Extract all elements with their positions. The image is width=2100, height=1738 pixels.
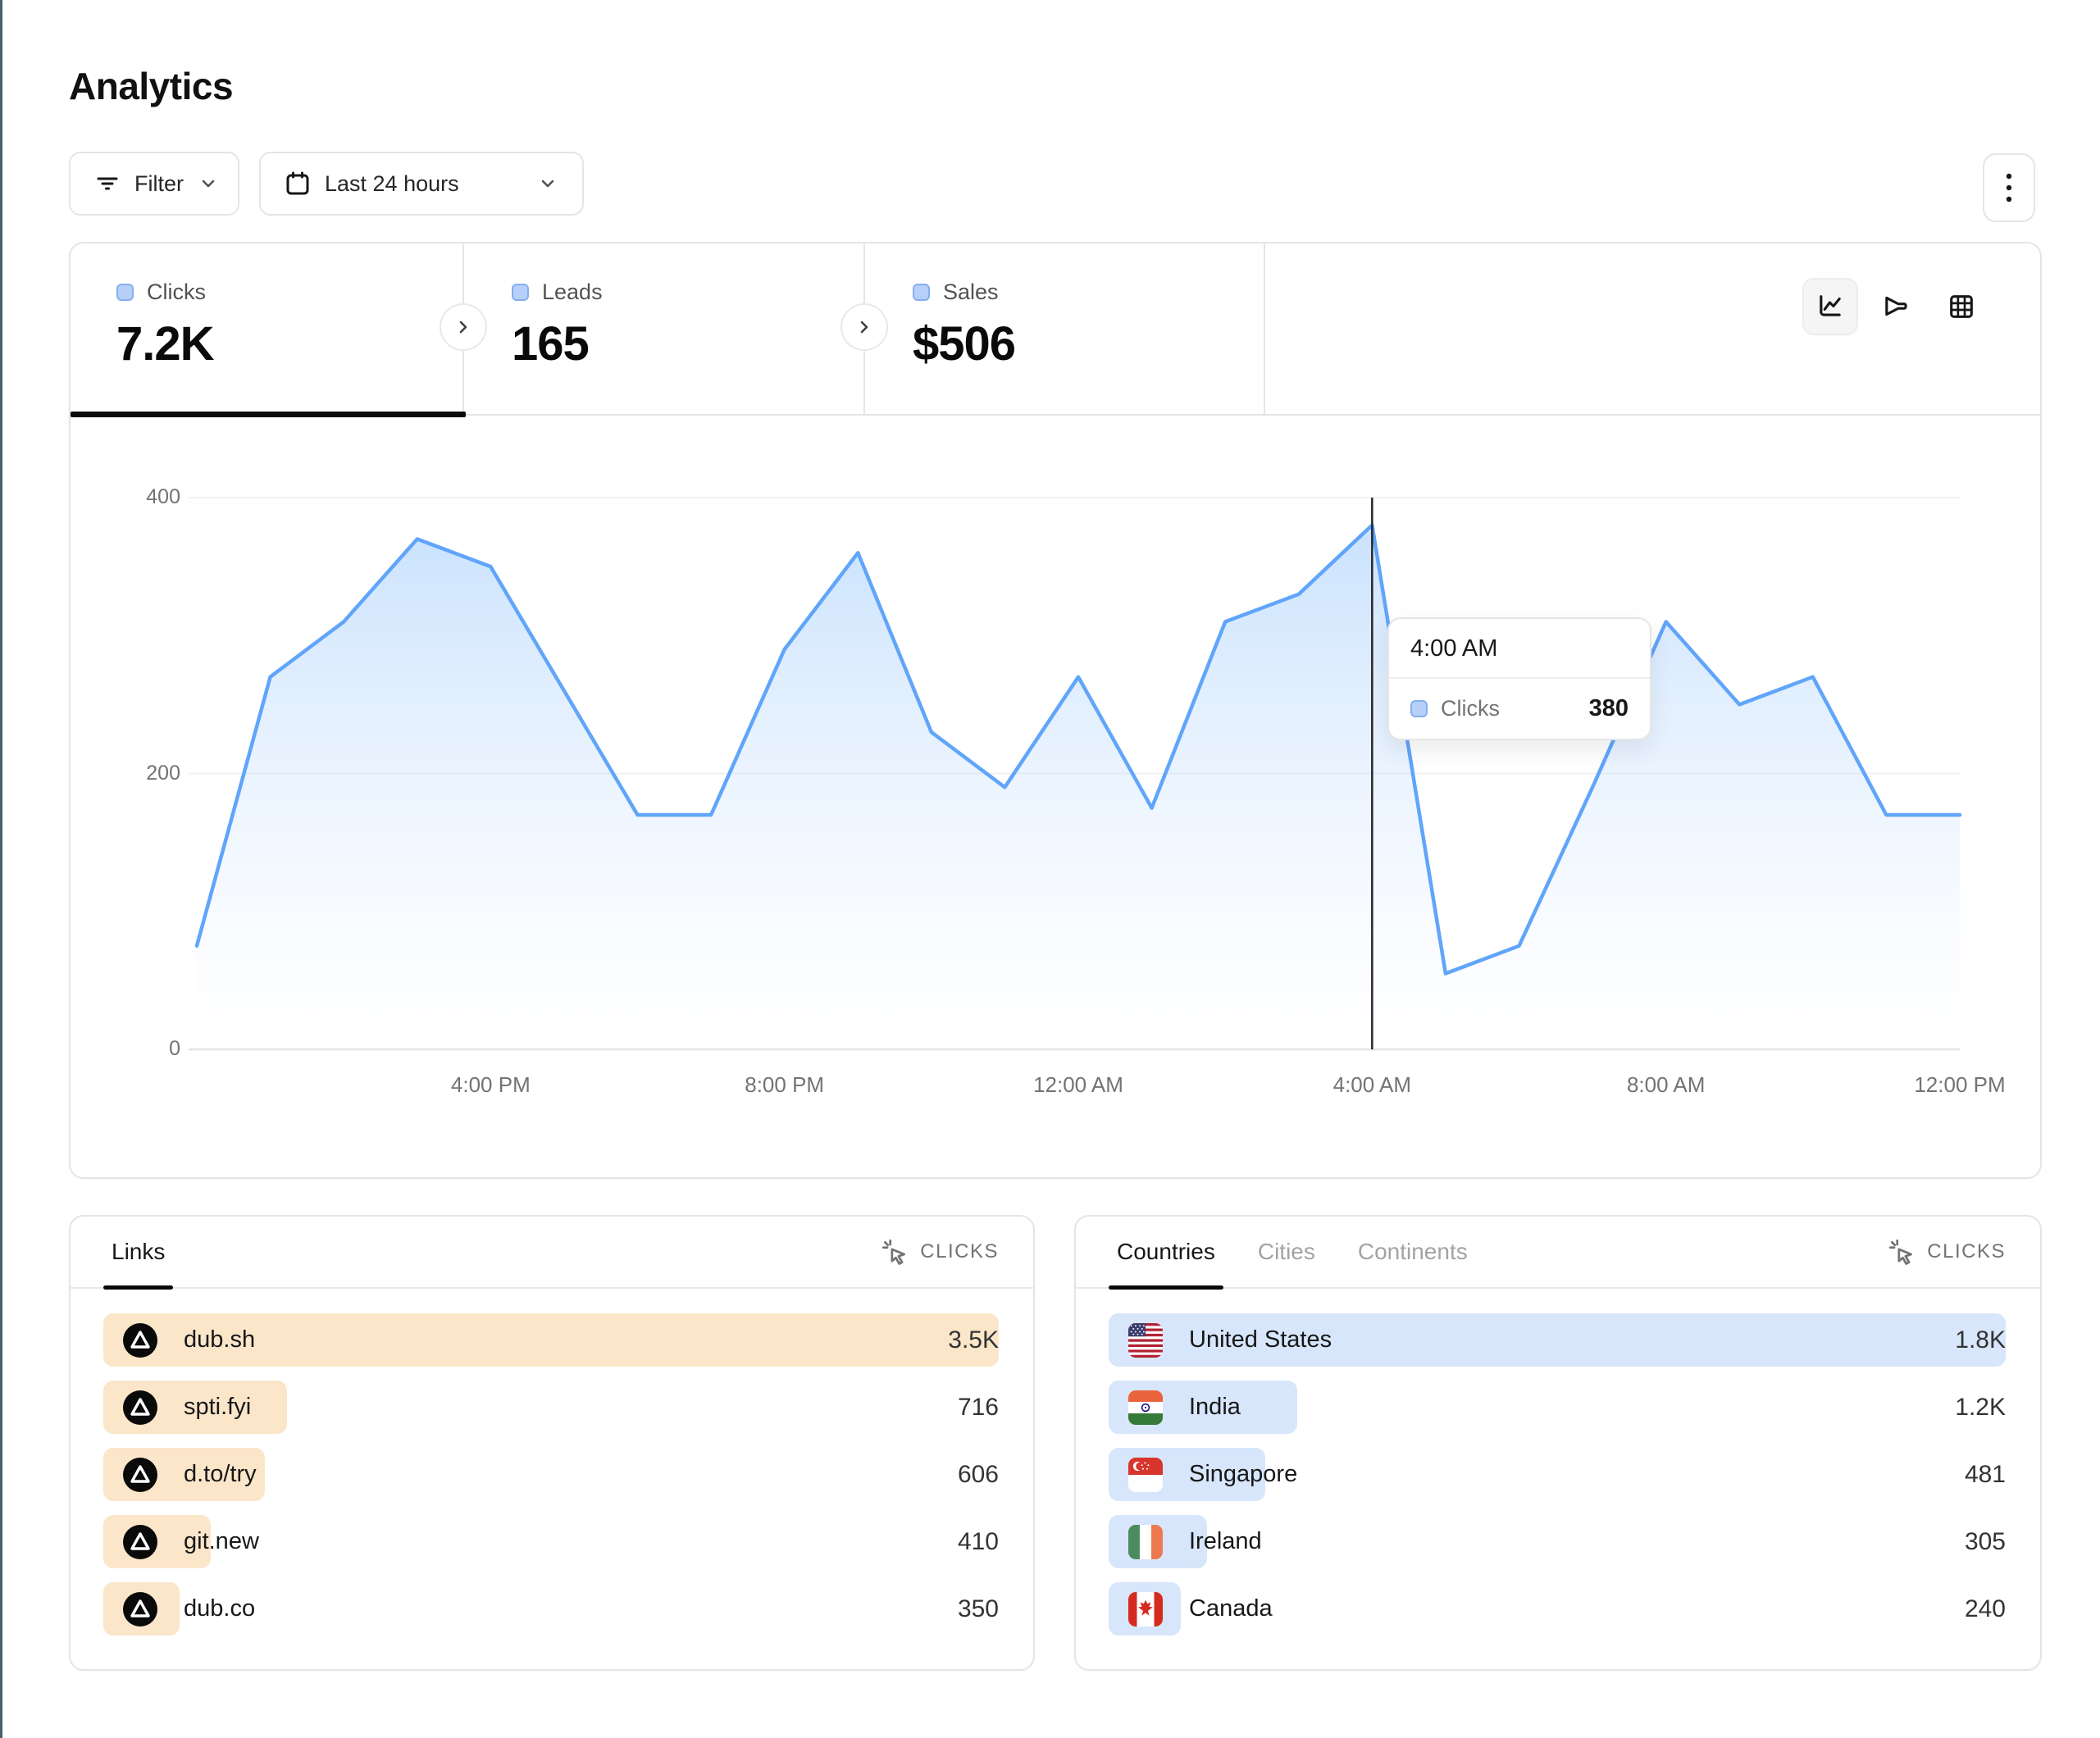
- expand-sales-button[interactable]: [840, 303, 888, 351]
- clicks-area-chart[interactable]: [0, 0, 2100, 1738]
- chevron-right-icon: [854, 316, 875, 338]
- tooltip-time: 4:00 AM: [1389, 619, 1650, 679]
- expand-leads-button[interactable]: [440, 303, 487, 351]
- chevron-right-icon: [453, 316, 474, 338]
- tooltip-series-label: Clicks: [1441, 696, 1576, 721]
- clicks-series-marker: [1410, 700, 1428, 717]
- analytics-page: Analytics Filter Last 24 hours: [0, 0, 2100, 1738]
- chart-area-fill: [197, 525, 1960, 1049]
- chart-tooltip: 4:00 AM Clicks 380: [1387, 617, 1651, 740]
- tooltip-value: 380: [1589, 695, 1629, 722]
